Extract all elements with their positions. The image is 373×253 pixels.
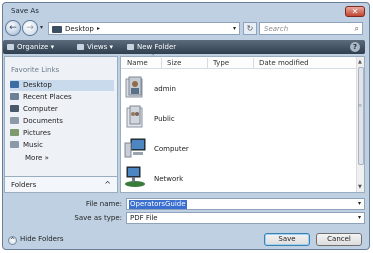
column-divider[interactable] (253, 58, 254, 68)
sidebar-item-recent-places[interactable]: Recent Places (10, 92, 114, 103)
sidebar-item-label: Desktop (23, 81, 52, 89)
computer-icon (124, 138, 146, 158)
sidebar-item-pictures[interactable]: Pictures (10, 128, 114, 139)
recent-pages-dropdown[interactable]: ▾ (40, 24, 43, 31)
new-folder-button[interactable]: New Folder (127, 43, 176, 51)
hide-folders-label: Hide Folders (20, 235, 64, 243)
window-title: Save As (11, 7, 39, 15)
scroll-down-icon[interactable]: ▼ (358, 184, 362, 190)
search-input[interactable]: Search ⌕ (259, 22, 363, 35)
save-type-value: PDF File (130, 214, 158, 222)
music-icon (10, 141, 19, 148)
sidebar-item-label: Documents (23, 117, 63, 125)
column-name[interactable]: Name (127, 59, 148, 67)
scroll-grip-icon: ≡ (358, 103, 363, 109)
sidebar-item-more[interactable]: More » (25, 153, 105, 164)
views-label: Views ▾ (87, 43, 113, 51)
collapse-icon: ^ (8, 236, 17, 245)
documents-icon (10, 117, 19, 124)
computer-icon (10, 105, 19, 112)
address-dropdown-icon[interactable]: ▾ (233, 25, 236, 32)
breadcrumb-arrow-icon[interactable]: ▸ (97, 25, 100, 32)
address-bar[interactable]: Desktop ▸ ▾ (48, 22, 240, 35)
folders-toggle[interactable]: Folders ^ (4, 176, 118, 193)
save-type-label: Save as type: (74, 214, 122, 222)
column-type[interactable]: Type (213, 59, 229, 67)
list-item[interactable]: Public (121, 101, 357, 131)
refresh-button[interactable]: ↻ (243, 22, 257, 35)
recent-places-icon (10, 93, 19, 100)
cancel-button[interactable]: Cancel (316, 233, 362, 246)
column-date-modified[interactable]: Date modified (259, 59, 309, 67)
address-row: ← → ▾ Desktop ▸ ▾ ↻ Search ⌕ (4, 20, 364, 37)
save-button[interactable]: Save (264, 233, 310, 246)
save-type-select[interactable]: PDF File ▾ (126, 212, 365, 224)
filename-field[interactable]: OperatorsGuide ▾ (126, 198, 365, 210)
views-menu[interactable]: Views ▾ (77, 43, 113, 51)
sidebar-item-label: Music (23, 141, 43, 149)
list-item[interactable]: admin (121, 71, 357, 101)
scroll-up-icon[interactable]: ▲ (358, 59, 362, 65)
back-button[interactable]: ← (5, 20, 21, 36)
column-divider[interactable] (161, 58, 162, 68)
chevron-down-icon[interactable]: ▾ (358, 200, 361, 207)
folders-label: Folders (11, 181, 37, 189)
file-name: admin (154, 85, 176, 93)
list-item[interactable]: Computer (121, 131, 357, 161)
filename-label: File name: (85, 200, 122, 208)
search-icon[interactable]: ⌕ (355, 24, 359, 34)
new-folder-label: New Folder (137, 43, 177, 51)
list-item[interactable]: Network (121, 161, 357, 191)
sidebar-item-music[interactable]: Music (10, 140, 114, 151)
file-list: ^ Name Size Type Date modified admin Pub… (120, 54, 365, 193)
sidebar-item-label: Recent Places (23, 93, 72, 101)
sidebar-item-documents[interactable]: Documents (10, 116, 114, 127)
command-toolbar: Organize ▾ Views ▾ New Folder ? (3, 40, 365, 54)
column-size[interactable]: Size (167, 59, 181, 67)
new-folder-icon (127, 44, 134, 50)
organize-label: Organize ▾ (17, 43, 55, 51)
organize-icon (7, 44, 14, 50)
network-icon (125, 166, 145, 187)
column-header-row: ^ Name Size Type Date modified (121, 54, 357, 69)
help-button[interactable]: ? (350, 42, 360, 52)
chevron-up-icon: ^ (104, 180, 111, 189)
title-bar: Save As ✕ (3, 3, 369, 20)
pictures-icon (10, 129, 19, 136)
user-folder-icon (125, 76, 143, 98)
filename-value: OperatorsGuide (129, 200, 187, 209)
chevron-down-icon[interactable]: ▾ (358, 214, 361, 221)
file-name: Public (154, 115, 175, 123)
sidebar-item-desktop[interactable]: Desktop (10, 80, 114, 91)
search-placeholder: Search (264, 25, 289, 33)
hide-folders-button[interactable]: ^ Hide Folders (8, 235, 63, 245)
scrollbar-thumb[interactable] (358, 67, 364, 165)
sidebar-item-computer[interactable]: Computer (10, 104, 114, 115)
sidebar-item-label: Computer (23, 105, 58, 113)
file-name: Computer (154, 145, 189, 153)
sidebar-item-label: Pictures (23, 129, 51, 137)
close-button[interactable]: ✕ (345, 6, 365, 17)
vertical-scrollbar[interactable]: ▲ ≡ ▼ (356, 57, 364, 192)
sort-caret-icon: ^ (151, 54, 156, 60)
desktop-folder-icon (52, 26, 62, 33)
organize-menu[interactable]: Organize ▾ (7, 43, 54, 51)
desktop-icon (10, 81, 19, 88)
file-name: Network (154, 175, 184, 183)
favorite-links-heading: Favorite Links (11, 66, 60, 74)
navigation-pane: Favorite Links Desktop Recent Places Com… (4, 56, 118, 193)
forward-button[interactable]: → (22, 20, 38, 36)
resize-grip-icon[interactable]: ⋰ (366, 245, 371, 251)
sidebar-item-label: More » (25, 154, 49, 162)
views-icon (77, 44, 84, 50)
breadcrumb-desktop[interactable]: Desktop (65, 25, 94, 33)
column-divider[interactable] (207, 58, 208, 68)
public-folder-icon (126, 105, 143, 128)
